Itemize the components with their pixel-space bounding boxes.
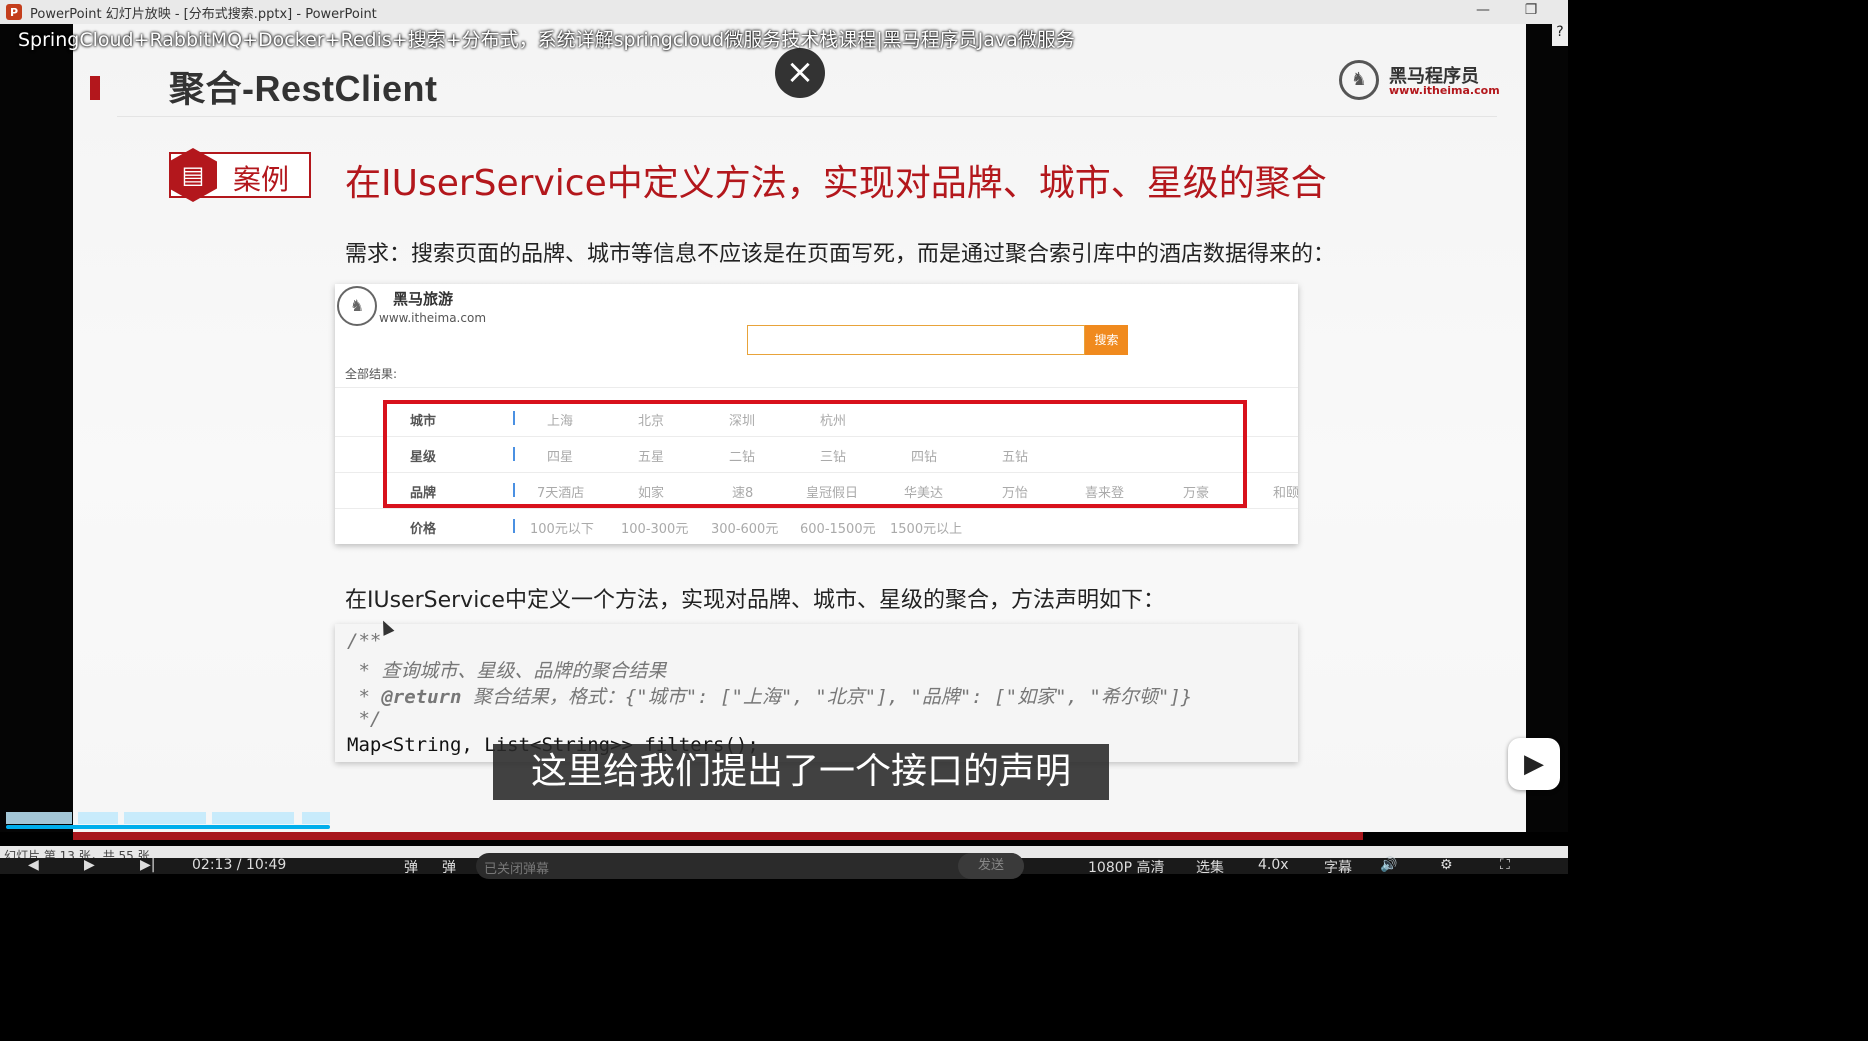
document-icon: ▤ (169, 148, 217, 202)
window-titlebar: P PowerPoint 幻灯片放映 - [分布式搜索.pptx] - Powe… (0, 0, 1568, 25)
play-icon[interactable]: ▶ (1508, 738, 1560, 790)
code-prefix: * (347, 686, 382, 708)
filter-bar (513, 519, 515, 533)
code-tag: @return (381, 686, 462, 708)
case-badge: ▤ 案例 (169, 148, 311, 202)
buffer-chunk (212, 812, 294, 824)
code-line: /** (347, 630, 382, 652)
all-results-label: 全部结果: (345, 367, 398, 381)
slide-footer-bar (73, 832, 1363, 840)
site-search-input (747, 325, 1085, 355)
play-button-icon[interactable]: ▶ (84, 857, 95, 873)
filter-option: 600-1500元 (800, 522, 876, 537)
site-url: www.itheima.com (379, 311, 487, 325)
danmaku-settings-icon[interactable]: 弹 (442, 857, 456, 877)
quality-button[interactable]: 1080P 高清 (1088, 857, 1165, 877)
player-right-controls: 1080P 高清 选集 4.0x 字幕 🔊 ⚙ ⛶ (1080, 857, 1568, 877)
video-title: SpringCloud+RabbitMQ+Docker+Redis+搜索+分布式… (18, 29, 1075, 51)
code-text: 聚合结果，格式：{"城市": ["上海", "北京"], "品牌": ["如家"… (461, 686, 1193, 708)
slide: 聚合-RestClient × ♞ 黑马程序员 www.itheima.com … (73, 24, 1526, 832)
danmaku-input[interactable]: 已关闭弹幕 (476, 853, 1024, 879)
time-display: 02:13 / 10:49 (192, 857, 287, 873)
code-block: /** * 查询城市、星级、品牌的聚合结果 * @return 聚合结果，格式：… (335, 624, 1298, 762)
logo-url: www.itheima.com (1389, 84, 1500, 97)
powerpoint-icon: P (6, 4, 22, 20)
buffer-chunk (6, 812, 72, 824)
filter-option: 和颐 (1273, 486, 1298, 501)
horse-logo-icon: ♞ (1339, 60, 1379, 100)
brand-logo: ♞ 黑马程序员 www.itheima.com (1339, 58, 1500, 102)
site-logo-icon: ♞ (337, 286, 377, 326)
requirement-text: 需求：搜索页面的品牌、城市等信息不应该是在页面写死，而是通过聚合索引库中的酒店数… (345, 242, 1336, 267)
case-label: 案例 (233, 163, 290, 196)
filter-option: 100-300元 (621, 522, 689, 537)
code-line: * 查询城市、星级、品牌的聚合结果 (347, 660, 667, 682)
filter-option: 300-600元 (711, 522, 779, 537)
subtitle-caption: 这里给我们提出了一个接口的声明 (493, 744, 1109, 800)
restore-button[interactable]: ❐ (1520, 2, 1542, 22)
prev-icon[interactable]: ◀ (28, 857, 39, 873)
fullscreen-icon[interactable]: ⛶ (1500, 857, 1510, 873)
volume-icon[interactable]: 🔊 (1380, 857, 1397, 873)
buffer-chunk (78, 812, 118, 824)
danmaku-toggle-icon[interactable]: 弹 (404, 857, 418, 877)
speed-button[interactable]: 4.0x (1258, 857, 1289, 873)
settings-icon[interactable]: ⚙ (1440, 857, 1453, 873)
danmaku-placeholder: 已关闭弹幕 (484, 862, 550, 877)
minimize-button[interactable]: — (1472, 2, 1494, 22)
buffer-chunk (302, 812, 330, 824)
declaration-intro: 在IUserService中定义一个方法，实现对品牌、城市、星级的聚合，方法声明… (345, 588, 1165, 613)
title-accent (90, 76, 100, 100)
site-name: 黑马旅游 (393, 290, 454, 308)
filter-option: 100元以下 (530, 522, 594, 537)
letterbox-left (0, 24, 73, 832)
buffer-chunk (124, 812, 206, 824)
subtitle-button[interactable]: 字幕 (1324, 857, 1352, 877)
filter-row-price: 价格 100元以下 100-300元 300-600元 600-1500元 15… (335, 508, 1298, 544)
video-progress[interactable] (6, 825, 330, 829)
letterbox-right (1526, 24, 1568, 832)
title-divider (117, 116, 1497, 117)
filter-label: 价格 (410, 522, 437, 537)
send-button[interactable]: 发送 (958, 853, 1024, 879)
site-search-button: 搜索 (1085, 325, 1128, 355)
divider (335, 387, 1298, 388)
code-line: */ (347, 708, 382, 730)
window-title: PowerPoint 幻灯片放映 - [分布式搜索.pptx] - PowerP… (30, 6, 377, 22)
next-icon[interactable]: ▶| (140, 857, 155, 873)
code-line: * @return 聚合结果，格式：{"城市": ["上海", "北京"], "… (347, 682, 1192, 709)
filter-option: 1500元以上 (890, 522, 963, 537)
highlight-box (383, 400, 1247, 508)
case-heading: 在IUserService中定义方法，实现对品牌、城市、星级的聚合 (345, 163, 1327, 204)
close-icon[interactable]: × (775, 48, 825, 98)
episodes-button[interactable]: 选集 (1196, 857, 1224, 877)
slide-title: 聚合-RestClient (169, 68, 438, 109)
help-icon[interactable]: ? (1552, 24, 1568, 46)
search-page-screenshot: ♞ 黑马旅游 www.itheima.com 搜索 全部结果: 城市 上海 北京… (335, 284, 1298, 544)
